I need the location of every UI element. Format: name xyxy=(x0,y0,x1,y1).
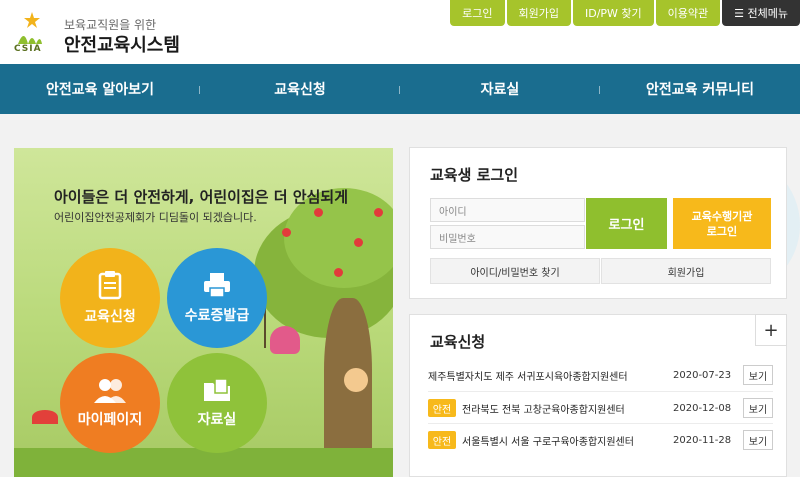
all-menu-button[interactable]: ☰ 전체메뉴 xyxy=(722,0,800,26)
list-item-name: 서울특별시 서울 구로구육아종합지원센터 xyxy=(462,436,634,448)
top-terms-button[interactable]: 이용약관 xyxy=(655,0,721,26)
logo[interactable]: CSIA 보육교직원을 위한 안전교육시스템 xyxy=(14,8,214,58)
mypage-circle-button[interactable]: 마이페이지 xyxy=(60,353,160,453)
id-input[interactable]: 아이디 xyxy=(430,198,585,222)
password-input[interactable]: 비밀번호 xyxy=(430,225,585,249)
mypage-circle-label: 마이페이지 xyxy=(77,412,143,428)
list-item-name: 전라북도 전북 고창군육아종합지원센터 xyxy=(462,404,625,416)
list-item[interactable]: 안전 서울특별시 서울 구로구육아종합지원센터 2020-11-28 보기 xyxy=(428,428,773,452)
list-item-date: 2020-11-28 xyxy=(673,434,732,446)
top-join-button[interactable]: 회원가입 xyxy=(506,0,571,26)
apply-circle-label: 교육신청 xyxy=(84,309,136,325)
certificate-circle-label: 수료증발급 xyxy=(184,308,250,324)
hero-title: 아이들은 더 안전하게, 어린이집은 더 안심되게 xyxy=(54,188,349,206)
library-circle-label: 자료실 xyxy=(197,412,237,428)
institution-login-line2: 로그인 xyxy=(706,224,738,238)
certificate-circle-button[interactable]: 수료증발급 xyxy=(167,248,267,348)
hero-banner: 아이들은 더 안전하게, 어린이집은 더 안심되게 어린이집안전공제회가 디딤돌… xyxy=(14,148,393,477)
list-item-name: 제주특별자치도 제주 서귀포시육아종합지원센터 xyxy=(428,371,628,383)
institution-login-line1: 교육수행기관 xyxy=(691,209,753,223)
girl-illustration xyxy=(270,326,300,354)
fruit-decoration xyxy=(282,228,291,237)
list-item-date: 2020-12-08 xyxy=(673,402,732,414)
more-button[interactable]: + xyxy=(755,314,787,346)
list-item[interactable]: 제주특별자치도 제주 서귀포시육아종합지원센터 2020-07-23 보기 xyxy=(428,363,773,387)
logo-title: 안전교육시스템 xyxy=(64,35,180,56)
grass-decoration xyxy=(14,448,393,477)
hero-subtitle: 어린이집안전공제회가 디딤돌이 되겠습니다. xyxy=(54,211,257,224)
list-item-date: 2020-07-23 xyxy=(673,369,732,381)
view-button[interactable]: 보기 xyxy=(743,430,773,450)
divider xyxy=(428,423,773,424)
people-icon xyxy=(94,379,126,403)
header: CSIA 보육교직원을 위한 안전교육시스템 로그인 회원가입 ID/PW 찾기… xyxy=(0,0,800,64)
fruit-decoration xyxy=(374,208,383,217)
logo-abbr: CSIA xyxy=(14,44,42,54)
nav-item-library[interactable]: 자료실 xyxy=(400,64,600,114)
boy-illustration xyxy=(344,368,368,392)
folder-icon xyxy=(204,378,230,401)
top-navigation: 로그인 회원가입 ID/PW 찾기 이용약관 ☰ 전체메뉴 xyxy=(448,0,800,26)
library-circle-button[interactable]: 자료실 xyxy=(167,353,267,453)
view-button[interactable]: 보기 xyxy=(743,365,773,385)
fruit-decoration xyxy=(314,208,323,217)
fruit-decoration xyxy=(354,238,363,247)
list-item[interactable]: 안전 전라북도 전북 고창군육아종합지원센터 2020-12-08 보기 xyxy=(428,396,773,420)
nav-item-community[interactable]: 안전교육 커뮤니티 xyxy=(600,64,800,114)
apply-circle-button[interactable]: 교육신청 xyxy=(60,248,160,348)
clipboard-icon xyxy=(98,271,122,300)
safety-badge: 안전 xyxy=(428,431,456,449)
education-panel: 교육신청 + 제주특별자치도 제주 서귀포시육아종합지원센터 2020-07-2… xyxy=(409,314,787,477)
join-button[interactable]: 회원가입 xyxy=(601,258,771,284)
education-title: 교육신청 xyxy=(430,333,486,351)
nav-item-about[interactable]: 안전교육 알아보기 xyxy=(0,64,200,114)
safety-badge: 안전 xyxy=(428,399,456,417)
login-button[interactable]: 로그인 xyxy=(586,198,667,249)
institution-login-button[interactable]: 교육수행기관 로그인 xyxy=(673,198,771,249)
top-login-button[interactable]: 로그인 xyxy=(450,0,505,26)
view-button[interactable]: 보기 xyxy=(743,398,773,418)
printer-icon xyxy=(204,273,230,298)
nav-item-apply[interactable]: 교육신청 xyxy=(200,64,400,114)
fruit-decoration xyxy=(334,268,343,277)
main-navigation: 안전교육 알아보기 교육신청 자료실 안전교육 커뮤니티 xyxy=(0,64,800,114)
find-idpw-button[interactable]: 아이디/비밀번호 찾기 xyxy=(430,258,600,284)
top-find-idpw-button[interactable]: ID/PW 찾기 xyxy=(573,0,654,26)
divider xyxy=(428,391,773,392)
login-title: 교육생 로그인 xyxy=(430,166,519,184)
mushroom-decoration xyxy=(32,410,58,424)
login-panel: 교육생 로그인 아이디 비밀번호 로그인 교육수행기관 로그인 아이디/비밀번호 … xyxy=(409,147,787,299)
